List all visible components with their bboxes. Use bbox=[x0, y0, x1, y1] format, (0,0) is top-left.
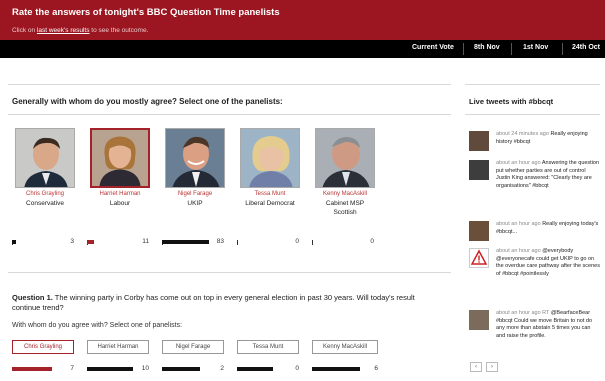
q1-vote-bar: 0 bbox=[237, 365, 299, 375]
vote-count: 3 bbox=[70, 238, 74, 245]
tab-1st-nov[interactable]: 1st Nov bbox=[523, 44, 548, 51]
bar-fill bbox=[87, 367, 133, 371]
tab-24th-oct[interactable]: 24th Oct bbox=[572, 44, 600, 51]
warning-icon bbox=[470, 249, 488, 265]
vote-count: 6 bbox=[374, 365, 378, 372]
answer-button[interactable]: Nigel Farage bbox=[162, 340, 224, 354]
avatar[interactable] bbox=[469, 221, 489, 241]
vote-count: 83 bbox=[216, 238, 224, 245]
panelist-party: UKIP bbox=[187, 200, 203, 207]
question-text: The winning party in Corby has come out … bbox=[12, 293, 415, 312]
panelist-name: Chris Grayling bbox=[25, 191, 64, 197]
bar-fill bbox=[312, 367, 360, 371]
panelist-name: Kenny MacAskill bbox=[322, 191, 367, 197]
vote-bar: 0 bbox=[312, 238, 374, 248]
answer-button[interactable]: Kenny MacAskill bbox=[312, 340, 378, 354]
divider bbox=[465, 114, 600, 115]
panelist-party: Liberal Democrat bbox=[245, 200, 295, 207]
results-notice: Click on last week's results to see the … bbox=[12, 27, 149, 34]
tweet-meta: about an hour ago bbox=[496, 160, 542, 166]
last-week-results-link[interactable]: last week's results bbox=[37, 27, 90, 34]
avatar[interactable] bbox=[469, 160, 489, 180]
tweet-meta: about an hour ago bbox=[496, 221, 543, 227]
sidebar-title: Live tweets with #bbcqt bbox=[469, 97, 554, 106]
bar-fill bbox=[12, 367, 52, 371]
panelist-card[interactable]: Harriet Harman Labour bbox=[90, 128, 150, 208]
question-prompt: With whom do you agree with? Select one … bbox=[12, 322, 183, 329]
tab-current-vote[interactable]: Current Vote bbox=[412, 44, 454, 51]
tab-8th-nov[interactable]: 8th Nov bbox=[474, 44, 500, 51]
vote-count: 0 bbox=[295, 365, 299, 372]
divider bbox=[8, 272, 451, 273]
panelist-party: Labour bbox=[109, 200, 131, 207]
panelist-name: Tessa Munt bbox=[254, 191, 286, 197]
vote-bar: 83 bbox=[162, 238, 224, 248]
bar-fill bbox=[12, 240, 16, 244]
vote-bar: 3 bbox=[12, 238, 74, 248]
panelist-card[interactable]: Nigel Farage UKIP bbox=[165, 128, 225, 208]
bar-fill bbox=[162, 240, 209, 244]
next-button[interactable]: › bbox=[486, 362, 498, 372]
panelist-photo[interactable] bbox=[165, 128, 225, 188]
panelist-photo[interactable] bbox=[315, 128, 375, 188]
divider bbox=[465, 84, 600, 85]
bar-tick bbox=[237, 240, 238, 245]
nav-divider bbox=[562, 43, 563, 55]
panelist-party: Conservative bbox=[26, 200, 64, 207]
panelist-card[interactable]: Kenny MacAskill Cabinet MSP Scottish bbox=[315, 128, 375, 217]
vote-count: 0 bbox=[370, 238, 374, 245]
general-question: Generally with whom do you mostly agree?… bbox=[12, 97, 283, 106]
panelist-card[interactable]: Chris Grayling Conservative bbox=[15, 128, 75, 208]
title-banner: Rate the answers of tonight's BBC Questi… bbox=[0, 0, 605, 40]
bar-fill bbox=[237, 367, 273, 371]
nav-divider bbox=[463, 43, 464, 55]
vote-count: 2 bbox=[220, 365, 224, 372]
answer-button[interactable]: Tessa Munt bbox=[237, 340, 299, 354]
q1-vote-bar: 7 bbox=[12, 365, 74, 375]
bar-fill bbox=[162, 367, 200, 371]
panelist-name: Nigel Farage bbox=[177, 191, 213, 197]
avatar[interactable] bbox=[469, 248, 489, 268]
q1-vote-bar: 10 bbox=[87, 365, 149, 375]
panelist-name: Harriet Harman bbox=[99, 191, 141, 197]
panelist-card[interactable]: Tessa Munt Liberal Democrat bbox=[240, 128, 300, 208]
tweet-meta: about an hour ago RT bbox=[496, 310, 551, 316]
vote-bar: 11 bbox=[87, 238, 149, 248]
divider bbox=[8, 114, 451, 115]
question-label: Question 1. bbox=[12, 293, 53, 302]
divider bbox=[8, 84, 451, 85]
vote-count: 0 bbox=[295, 238, 299, 245]
tweet-meta: about 24 minutes ago bbox=[496, 131, 551, 137]
question-1: Question 1. The winning party in Corby h… bbox=[12, 293, 442, 313]
tweet-meta: about an hour ago bbox=[496, 248, 543, 254]
page-title: Rate the answers of tonight's BBC Questi… bbox=[12, 7, 280, 18]
vote-count: 7 bbox=[70, 365, 74, 372]
q1-vote-bar: 6 bbox=[312, 365, 378, 375]
prev-button[interactable]: ‹ bbox=[470, 362, 482, 372]
answer-button[interactable]: Chris Grayling bbox=[12, 340, 74, 354]
vote-bar: 0 bbox=[237, 238, 299, 248]
nav-divider bbox=[511, 43, 512, 55]
panelist-photo[interactable] bbox=[90, 128, 150, 188]
vote-count: 10 bbox=[141, 365, 149, 372]
panelist-photo[interactable] bbox=[15, 128, 75, 188]
answer-button[interactable]: Harriet Harman bbox=[87, 340, 149, 354]
panelist-party: Cabinet MSP Scottish bbox=[325, 200, 365, 216]
vote-count: 11 bbox=[142, 238, 149, 245]
avatar[interactable] bbox=[469, 310, 489, 330]
q1-vote-bar: 2 bbox=[162, 365, 224, 375]
bar-tick bbox=[312, 240, 313, 245]
bar-fill bbox=[87, 240, 95, 244]
avatar[interactable] bbox=[469, 131, 489, 151]
panelist-photo[interactable] bbox=[240, 128, 300, 188]
vote-nav: Current Vote 8th Nov 1st Nov 24th Oct bbox=[0, 40, 605, 58]
